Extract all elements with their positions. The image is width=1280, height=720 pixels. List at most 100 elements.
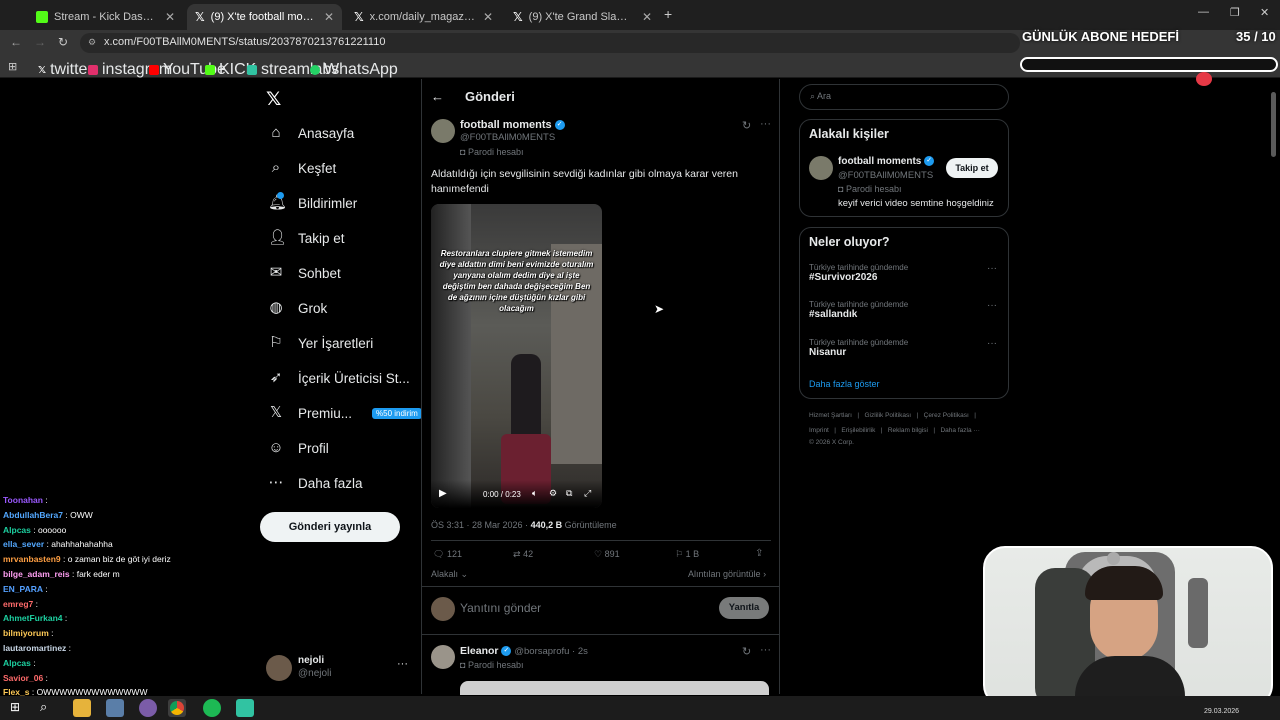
reply-action[interactable]: 🗨︎ 121 [433,549,462,560]
taskbar [0,696,1280,720]
author-name[interactable]: football moments ✓ [460,119,565,131]
close-icon[interactable]: ✕ [165,10,175,24]
more-options-icon[interactable]: ··· [760,118,771,130]
chat-username[interactable]: bilge_adam_reis [3,569,70,579]
chat-username[interactable]: AbdullahBera7 [3,510,63,520]
tab-grand-slam[interactable]: 𝕏 (9) X'te Grand Slam Racing: "GE ✕ [505,4,660,30]
sidebar-item-profile[interactable]: ☺ Profil [268,440,328,456]
close-icon[interactable]: ✕ [642,10,652,24]
x-logo-icon[interactable]: 𝕏 [266,88,281,111]
post-video[interactable]: Restoranlara clupiere gitmek istemedim d… [431,204,602,508]
apps-grid-icon[interactable]: ⊞ [8,60,17,73]
search-input[interactable]: ⌕ Ara [799,84,1009,110]
more-options-icon[interactable]: ··· [760,644,771,656]
reload-icon[interactable]: ↻ [58,35,68,49]
file-explorer-icon[interactable] [73,699,91,717]
site-info-icon[interactable]: ⚙ [88,37,96,48]
minimize-icon[interactable]: — [1198,6,1209,18]
avatar[interactable] [431,119,455,143]
spotify-icon[interactable] [203,699,221,717]
reply-media[interactable] [460,681,769,695]
show-more-link[interactable]: Daha fazla göster [809,379,880,389]
close-icon[interactable]: ✕ [324,10,334,24]
person-name[interactable]: football moments ✓ [838,156,935,167]
avatar[interactable] [266,655,292,681]
reply-button[interactable]: Yanıtla [719,597,769,619]
reply-author[interactable]: Eleanor ✓ @borsaprofu · 2s [460,645,588,657]
post-button[interactable]: Gönderi yayınla [260,512,400,542]
chat-username[interactable]: Alpcas [3,525,31,535]
close-icon[interactable]: ✕ [483,10,493,24]
trend-item[interactable]: Türkiye tarihinde gündemde #Survivor2026 [809,263,908,283]
sort-relevant[interactable]: Alakalı ⌄ [431,569,468,580]
forward-icon[interactable]: → [34,35,46,49]
bookmark-twitter[interactable]: 𝕏twitter [38,61,93,79]
reply-input[interactable]: Yanıtını gönder [460,601,541,615]
sidebar-item-premium[interactable]: 𝕏 Premiu... %50 indirim [268,405,422,421]
fullscreen-icon[interactable]: ⤢ [584,488,591,499]
volume-icon[interactable]: 🔈︎ [532,488,537,499]
window-close-icon[interactable]: ✕ [1260,6,1269,19]
trend-item[interactable]: Türkiye tarihinde gündemde Nisanur [809,338,908,358]
chat-username[interactable]: emreg7 [3,599,33,609]
grok-icon[interactable]: ↻ [742,119,751,132]
trend-more-icon[interactable]: ··· [987,300,997,311]
avatar[interactable] [809,156,833,180]
pip-icon[interactable]: ⧉ [566,488,572,499]
account-menu-icon[interactable]: ··· [397,658,408,670]
grok-icon[interactable]: ↻ [742,645,751,658]
author-handle[interactable]: @F00TBAllM0MENTS [460,132,555,143]
app-icon[interactable] [106,699,124,717]
trend-more-icon[interactable]: ··· [987,338,997,349]
bookmark-action[interactable]: ⚐ 1 B [675,549,699,560]
avatar[interactable] [431,645,455,669]
footer-links[interactable]: Imprint | Erişilebilirlik | Reklam bilgi… [809,427,980,434]
chat-username[interactable]: bilmiyorum [3,628,49,638]
scrollbar[interactable] [1271,92,1276,157]
bookmark-whatsapp[interactable]: WhatsApp [310,61,398,79]
url-input[interactable]: x.com/F00TBAllM0MENTS/status/20378702137… [80,33,1020,53]
chat-username[interactable]: mrvanbasten9 [3,554,61,564]
search-icon[interactable]: ⌕ [40,699,47,715]
tab-football[interactable]: 𝕏 (9) X'te football moments: "Aldatıl ✕ [187,4,342,30]
restore-icon[interactable]: ❐ [1230,6,1240,19]
x-logo-icon: 𝕏 [269,404,283,421]
footer-links[interactable]: Hizmet Şartları | Gizlilik Politikası | … [809,412,976,419]
view-quotes-link[interactable]: Alıntılan görüntüle › [688,569,766,579]
chat-username[interactable]: AhmetFurkan4 [3,613,63,623]
sidebar-item-chat[interactable]: ✉ Sohbet [268,265,341,281]
back-icon[interactable]: ← [10,35,22,49]
chat-username[interactable]: Alpcas [3,658,31,668]
chat-username[interactable]: EN_PARA [3,584,43,594]
relevant-title: Alakalı kişiler [809,127,889,141]
like-action[interactable]: ♡ 891 [594,549,620,560]
repost-action[interactable]: ⇄ 42 [513,549,533,560]
sidebar-item-more[interactable]: ⋯ Daha fazla [268,475,363,491]
app-icon[interactable] [139,699,157,717]
sidebar-item-follow[interactable]: 👤︎ Takip et [268,230,345,246]
tab-daily-magazin[interactable]: 𝕏 x.com/daily_magazin/status/20 ✕ [346,4,501,30]
chrome-icon[interactable] [168,699,186,717]
back-arrow-icon[interactable]: ← [431,89,444,104]
play-icon[interactable]: ▶ [439,488,447,499]
windows-start-icon[interactable]: ⊞ [10,700,20,714]
chat-username[interactable]: lautaromartinez [3,643,66,653]
streamlabs-icon[interactable] [236,699,254,717]
sidebar-item-grok[interactable]: ◍ Grok [268,300,327,316]
new-tab-icon[interactable]: + [664,6,672,22]
sidebar-item-explore[interactable]: ⌕ Keşfet [268,160,336,176]
sidebar-item-home[interactable]: ⌂ Anasayfa [268,125,354,141]
chat-username[interactable]: ella_sever [3,539,44,549]
sidebar-item-label: Takip et [298,230,345,246]
sidebar-item-bookmarks[interactable]: ⚐ Yer İşaretleri [268,335,373,351]
share-icon[interactable]: ⇪ [755,548,763,559]
sidebar-item-creator-studio[interactable]: ➶ İçerik Üreticisi St... [268,370,410,386]
tab-kick[interactable]: Stream - Kick Dashboard ✕ [28,4,183,30]
trend-item[interactable]: Türkiye tarihinde gündemde #sallandık [809,300,908,320]
trend-more-icon[interactable]: ··· [987,263,997,274]
chat-username[interactable]: Savior_06 [3,673,43,683]
settings-icon[interactable]: ⚙ [549,488,557,499]
chat-username[interactable]: Toonahan [3,495,43,505]
follow-button[interactable]: Takip et [946,158,998,178]
bookmark-label: twitter [50,61,93,78]
